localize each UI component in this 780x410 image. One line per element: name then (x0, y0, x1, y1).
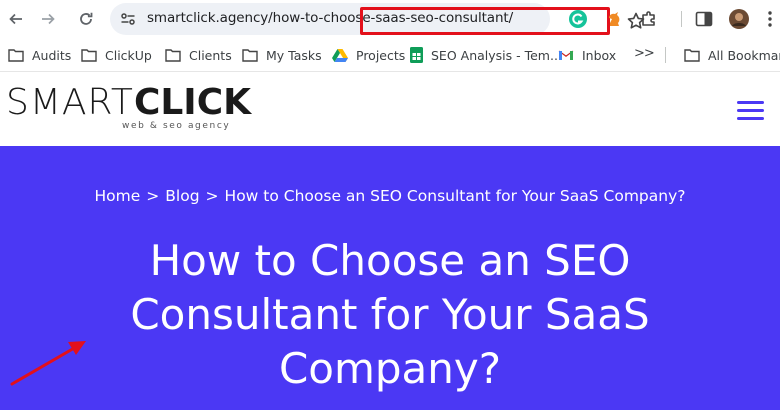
bookmark-inbox[interactable]: Inbox (558, 46, 616, 64)
profile-avatar[interactable] (728, 8, 750, 30)
page-title: How to Choose an SEO Consultant for Your… (60, 234, 720, 396)
more-menu-icon[interactable] (759, 8, 780, 30)
folder-icon (8, 49, 24, 62)
gmail-icon (558, 50, 574, 60)
extensions-puzzle-icon[interactable] (638, 8, 660, 30)
bookmark-label: Inbox (582, 47, 617, 63)
browser-toolbar: smartclick.agency/how-to-choose-saas-seo… (0, 0, 780, 38)
menu-bar-icon (737, 109, 764, 112)
site-info-icon[interactable] (120, 11, 136, 27)
menu-bar-icon (737, 117, 764, 120)
site-header: SMARTCLICK web & seo agency (0, 73, 780, 146)
bookmarks-overflow-button[interactable]: >> (634, 46, 655, 61)
title-line: Company? (278, 344, 502, 393)
folder-icon (242, 49, 258, 62)
breadcrumb-separator: > (205, 187, 219, 205)
bookmark-my-tasks[interactable]: My Tasks (242, 46, 322, 64)
folder-icon (165, 49, 181, 62)
breadcrumb-home[interactable]: Home (95, 187, 141, 205)
reload-icon (80, 12, 93, 25)
breadcrumb-blog[interactable]: Blog (165, 187, 199, 205)
forward-arrow-icon (42, 13, 55, 25)
all-bookmarks-button[interactable]: All Bookmarks (684, 46, 780, 64)
bookmark-clients[interactable]: Clients (165, 46, 232, 64)
folder-icon (684, 49, 700, 62)
bookmark-audits[interactable]: Audits (8, 46, 71, 64)
bookmark-label: Clients (189, 47, 232, 63)
folder-icon (81, 49, 97, 62)
back-arrow-icon (9, 13, 22, 25)
bookmark-label: Projects (356, 47, 406, 63)
side-panel-icon[interactable] (693, 8, 715, 30)
hamburger-menu-button[interactable] (737, 101, 764, 121)
title-line: Consultant for Your SaaS (130, 290, 650, 339)
logo-bold-text: CLICK (133, 82, 252, 123)
bookmark-label: Audits (32, 47, 72, 63)
breadcrumb: Home > Blog > How to Choose an SEO Consultan… (0, 187, 780, 205)
bookmarks-bar: Audits ClickUp Clients My Tasks Projects… (0, 38, 780, 72)
google-sheets-icon (410, 47, 423, 63)
breadcrumb-current: How to Choose an SEO Consultant for Your… (224, 187, 686, 205)
title-line: How to Choose an SEO (149, 236, 631, 285)
logo-tagline: web & seo agency (122, 121, 231, 131)
grammarly-extension-icon[interactable] (567, 8, 589, 30)
all-bookmarks-label: All Bookmarks (708, 47, 780, 63)
bookmark-projects[interactable]: Projects (332, 46, 405, 64)
url-host: smartclick.agency (147, 10, 269, 26)
bookmark-seo-analysis[interactable]: SEO Analysis - Tem... (410, 46, 562, 64)
hero-banner: Home > Blog > How to Choose an SEO Consultan… (0, 146, 780, 410)
breadcrumb-separator: > (146, 187, 160, 205)
chess-extension-icon[interactable] (603, 8, 625, 30)
logo-wordmark: SMARTCLICK (6, 83, 251, 123)
bookmark-clickup[interactable]: ClickUp (81, 46, 152, 64)
bookmark-label: SEO Analysis - Tem... (431, 47, 562, 63)
bookmarks-divider (665, 47, 666, 63)
reload-button[interactable] (76, 9, 96, 29)
google-drive-icon (332, 49, 348, 62)
site-logo[interactable]: SMARTCLICK web & seo agency (6, 83, 251, 133)
bookmark-label: My Tasks (266, 47, 322, 63)
address-bar[interactable]: smartclick.agency/how-to-choose-saas-seo… (110, 3, 645, 35)
menu-bar-icon (737, 101, 764, 104)
bookmark-label: ClickUp (105, 47, 152, 63)
back-button[interactable] (6, 9, 26, 29)
logo-light-text: SMART (6, 82, 134, 123)
toolbar-divider (681, 11, 682, 27)
forward-button[interactable] (38, 9, 58, 29)
